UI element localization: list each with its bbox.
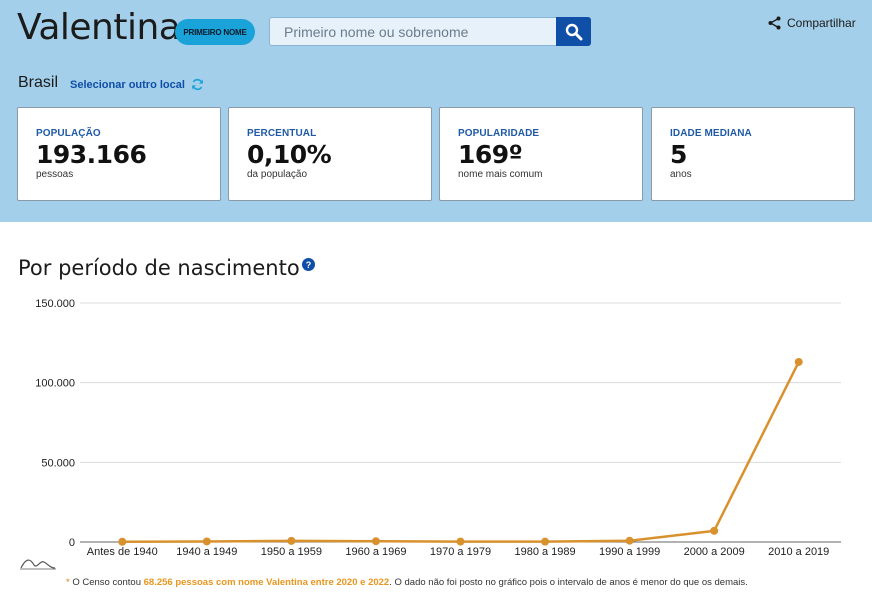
data-point (541, 537, 550, 546)
data-point (456, 537, 465, 546)
share-icon (768, 16, 781, 30)
data-point (202, 537, 211, 546)
x-tick-label: Antes de 1940 (87, 546, 158, 558)
footnote-prefix: O Censo contou (69, 577, 144, 588)
x-tick-label: 1940 a 1949 (176, 546, 237, 558)
x-tick-label: 1960 a 1969 (345, 546, 406, 558)
change-location-link[interactable]: Selecionar outro local (70, 78, 204, 91)
share-button[interactable]: Compartilhar (768, 16, 856, 30)
search-bar (269, 17, 591, 46)
data-point (371, 537, 380, 546)
stat-card-popularity: POPULARIDADE 169º nome mais comum (439, 107, 643, 201)
data-point (287, 536, 296, 545)
y-tick-label: 0 (69, 537, 75, 549)
name-type-badge: PRIMEIRO NOME (175, 19, 255, 45)
share-label: Compartilhar (787, 16, 856, 30)
data-point (794, 357, 803, 366)
stat-card-population: POPULAÇÃO 193.166 pessoas (17, 107, 221, 201)
stat-label: POPULAÇÃO (36, 128, 101, 139)
help-icon[interactable]: ? (302, 258, 315, 271)
stat-card-median-age: IDADE MEDIANA 5 anos (651, 107, 855, 201)
x-tick-label: 2000 a 2009 (684, 546, 745, 558)
stat-label: PERCENTUAL (247, 128, 317, 139)
x-tick-label: 1980 a 1989 (514, 546, 575, 558)
footnote-suffix: . O dado não foi posto no gráfico pois o… (389, 577, 748, 588)
refresh-icon (192, 78, 203, 91)
page-title: Valentina (17, 7, 181, 48)
x-tick-label: 2010 a 2019 (768, 546, 829, 558)
change-location-label: Selecionar outro local (70, 78, 185, 91)
stat-card-percentage: PERCENTUAL 0,10% da população (228, 107, 432, 201)
x-tick-label: 1950 a 1959 (261, 546, 322, 558)
y-tick-label: 100.000 (35, 378, 75, 390)
y-tick-label: 50.000 (41, 457, 75, 469)
search-input[interactable] (269, 17, 556, 46)
location-label: Brasil (18, 74, 59, 91)
search-button[interactable] (556, 17, 591, 46)
stat-label: IDADE MEDIANA (670, 128, 752, 139)
stat-value: 193.166 (36, 140, 147, 169)
stat-value: 169º (458, 140, 523, 169)
stat-sub: da população (247, 169, 308, 180)
data-point (625, 536, 634, 545)
chart-footnote: * O Censo contou 68.256 pessoas com nome… (66, 577, 748, 588)
y-tick-label: 150.000 (35, 298, 75, 310)
x-tick-label: 1970 a 1979 (430, 546, 491, 558)
data-point (118, 537, 127, 546)
stat-value: 0,10% (247, 140, 332, 169)
stat-value: 5 (670, 140, 687, 169)
section-title: Por período de nascimento (18, 256, 300, 280)
stat-sub: anos (670, 169, 692, 180)
search-icon (565, 23, 582, 40)
stat-sub: nome mais comum (458, 169, 543, 180)
footnote-highlight: 68.256 pessoas com nome Valentina entre … (143, 577, 390, 588)
birth-period-chart: 0 50.000 100.000 150.000 Antes de 1940 1940 a… (35, 298, 841, 558)
data-point (710, 526, 719, 535)
chart-mode-icon[interactable] (20, 556, 56, 570)
series-line (122, 361, 800, 544)
stat-sub: pessoas (36, 169, 74, 180)
x-tick-label: 1990 a 1999 (599, 546, 660, 558)
stat-label: POPULARIDADE (458, 128, 540, 139)
